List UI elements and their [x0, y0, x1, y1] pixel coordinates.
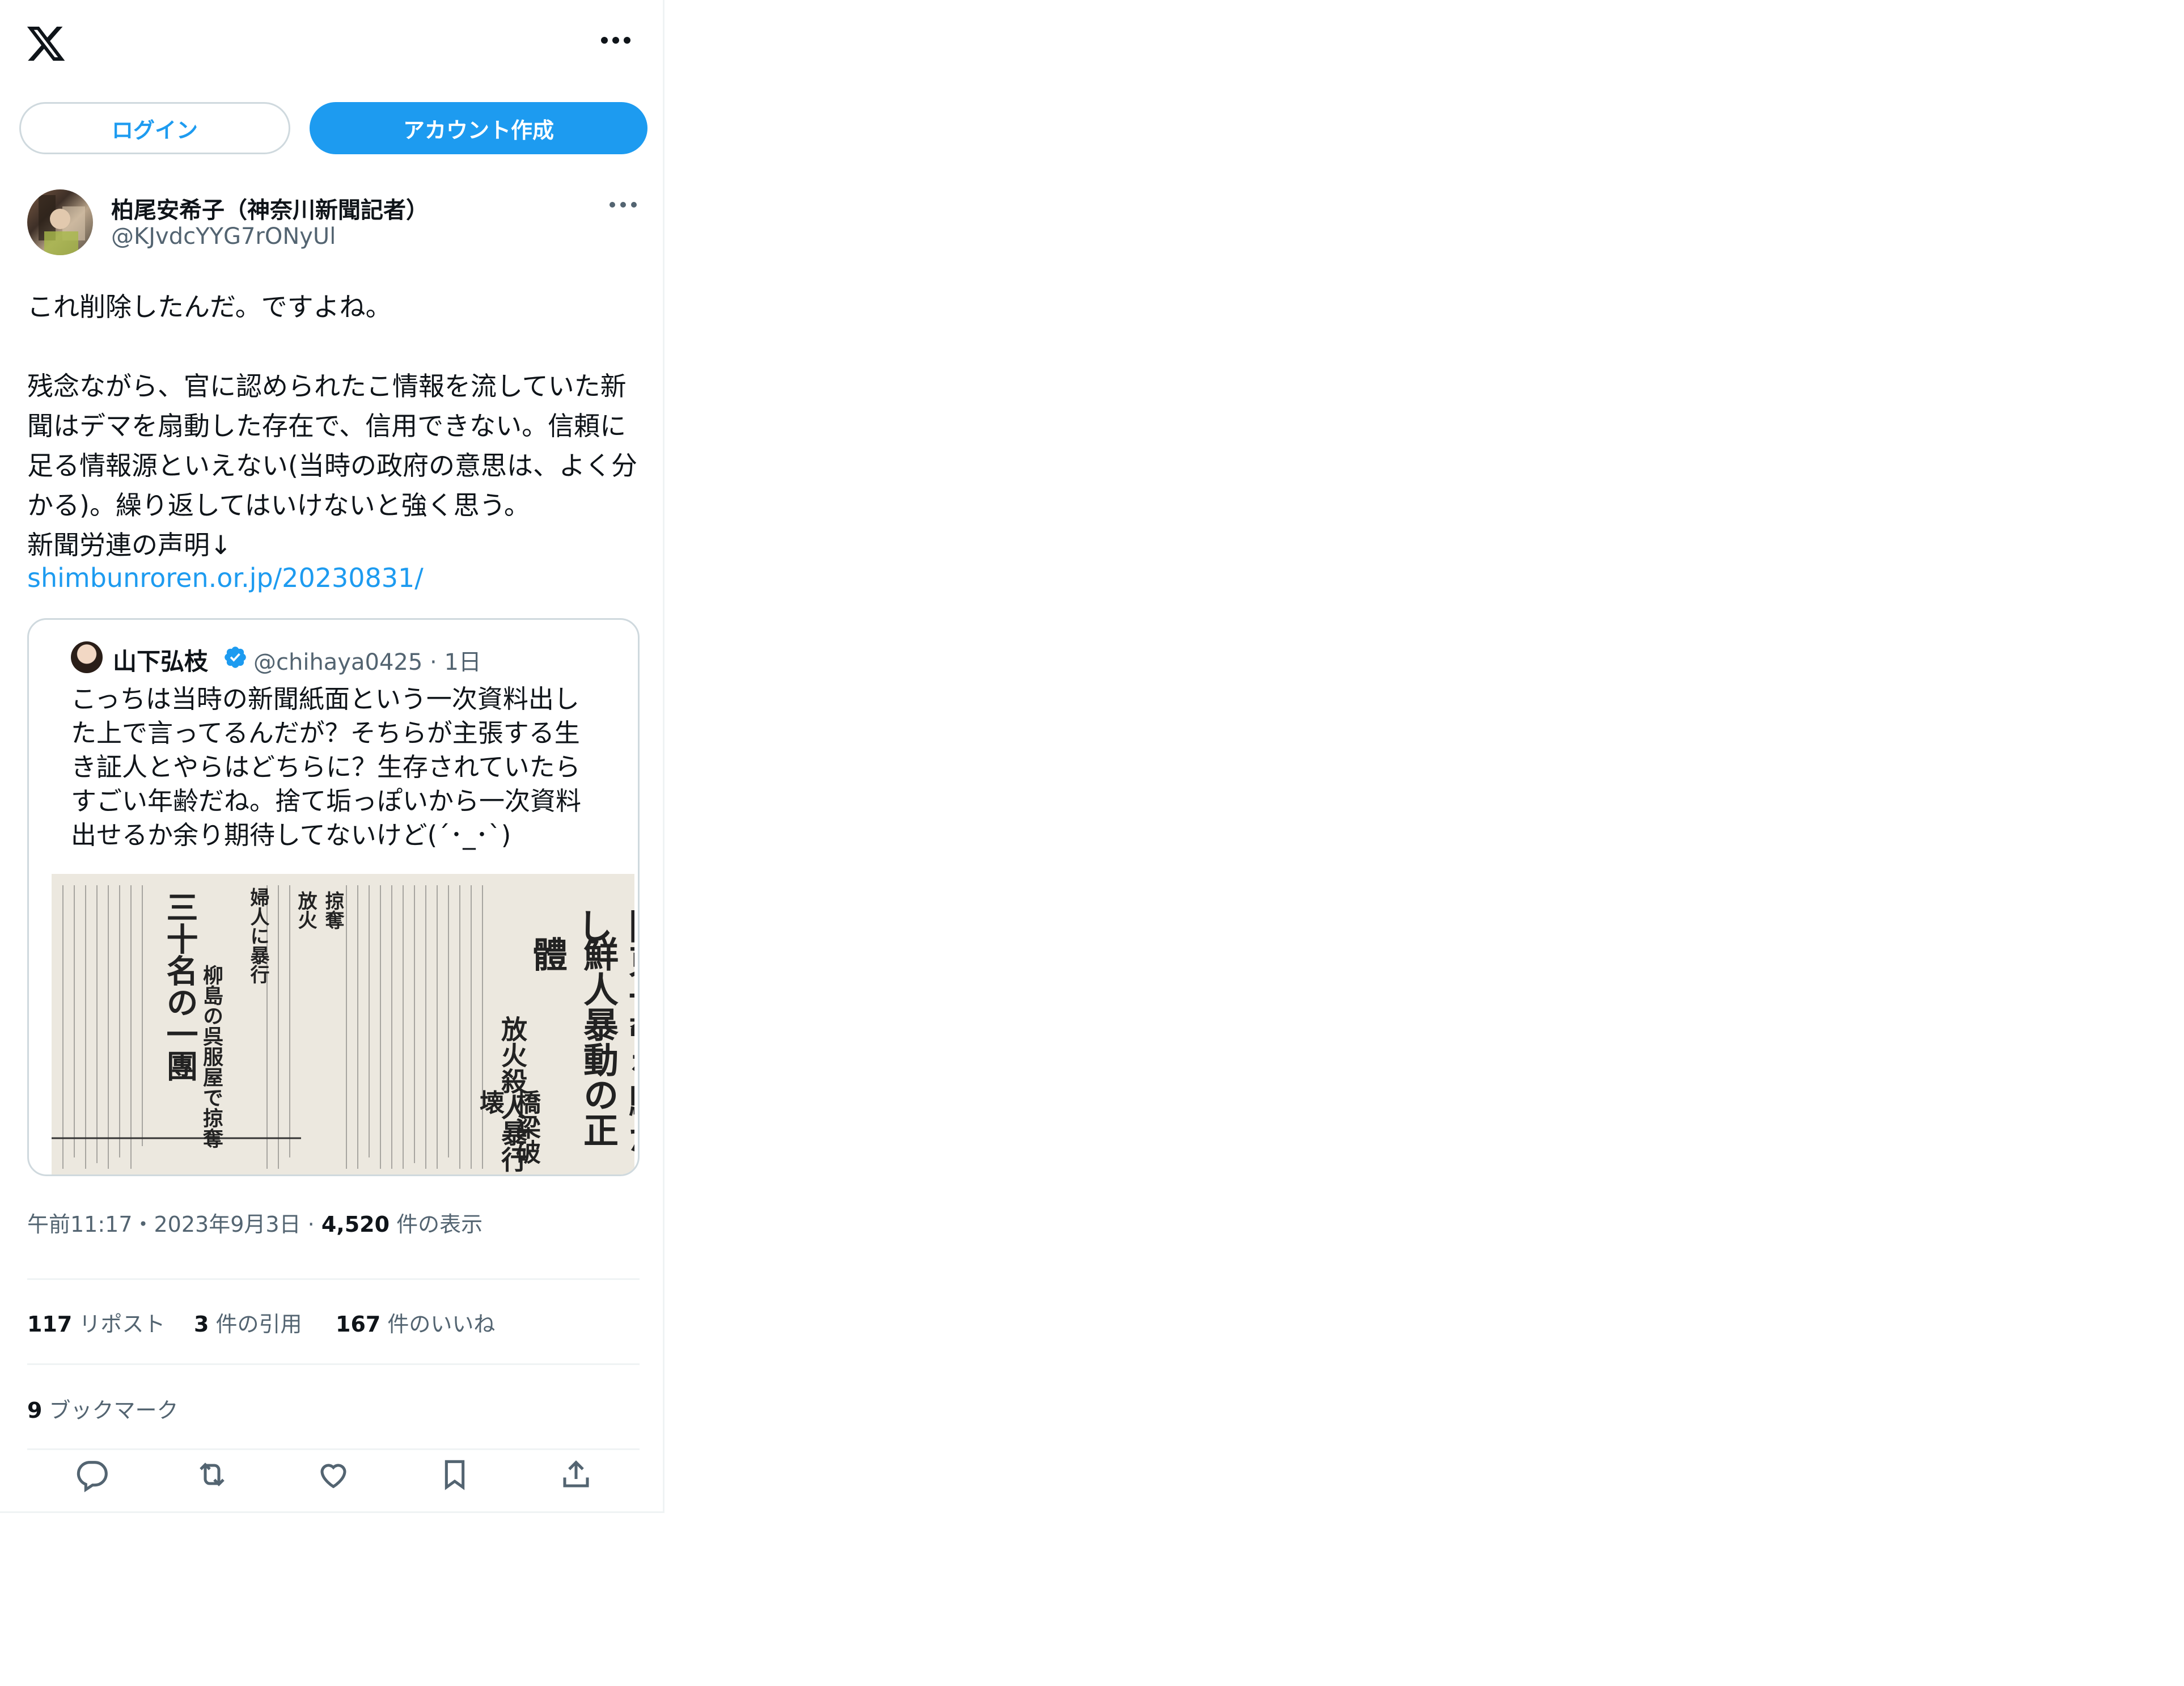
tweet-time[interactable]: 午前11:17・2023年9月3日 — [27, 1212, 301, 1237]
x-logo-icon[interactable] — [25, 23, 67, 65]
likes-stat[interactable]: 167 件のいいね — [336, 1307, 495, 1338]
bookmarks-stat: 9 ブックマーク — [27, 1393, 179, 1424]
quoted-text: こっちは当時の新聞紙面という一次資料出した上で言ってるんだが？そちらが主張する生… — [71, 684, 582, 850]
bookmarks-count: 9 — [27, 1398, 43, 1423]
newspaper-image[interactable]: 關東一帶を騷がし 鮮人暴動の正體 放火殺人暴行 橋梁破壊 掠奪 放火 婦人に暴行… — [52, 874, 634, 1174]
quoted-avatar[interactable] — [71, 641, 103, 673]
likes-label: 件のいいね — [387, 1312, 496, 1337]
tweet-more-icon[interactable] — [608, 196, 638, 213]
reposts-count: 117 — [27, 1312, 73, 1337]
tweet-link[interactable]: shimbunroren.or.jp/20230831/ — [27, 563, 424, 593]
reposts-stat[interactable]: 117 リポスト — [27, 1307, 165, 1338]
quotes-label: 件の引用 — [215, 1312, 302, 1337]
subhead-2: 放火 — [294, 891, 317, 929]
reposts-label: リポスト — [79, 1312, 166, 1337]
author-name[interactable]: 柏尾安希子（神奈川新聞記者） — [111, 192, 429, 225]
like-icon[interactable] — [315, 1456, 352, 1493]
bookmark-icon[interactable] — [437, 1456, 473, 1493]
meta-separator: · — [307, 1212, 321, 1237]
tweet-page: ログイン アカウント作成 柏尾安希子（神奈川新聞記者） @KJvdcYYG7rO… — [0, 0, 664, 1513]
more-horizontal-icon[interactable] — [599, 32, 633, 49]
subhead-3: 婦人に暴行 — [247, 888, 269, 984]
avatar[interactable] — [27, 189, 93, 255]
quotes-count: 3 — [194, 1312, 209, 1337]
divider — [27, 1448, 640, 1450]
tweet-meta: 午前11:17・2023年9月3日 · 4,520 件の表示 — [27, 1207, 482, 1238]
login-button[interactable]: ログイン — [19, 102, 290, 154]
views-label: 件の表示 — [396, 1212, 483, 1237]
signup-button[interactable]: アカウント作成 — [310, 102, 647, 154]
share-icon[interactable] — [558, 1456, 594, 1493]
quoted-tweet[interactable]: 山下弘枝 @chihaya0425 · 1日 こっちは当時の新聞紙面という一次資… — [27, 618, 640, 1176]
divider — [27, 1278, 640, 1280]
divider — [27, 1363, 640, 1365]
avatar-image — [39, 195, 85, 255]
quoted-author-name[interactable]: 山下弘枝 — [113, 643, 208, 677]
quotes-stat[interactable]: 3 件の引用 — [194, 1307, 302, 1338]
author-handle[interactable]: @KJvdcYYG7rONyUl — [111, 223, 336, 250]
repost-icon[interactable] — [194, 1456, 230, 1493]
subhead-5: 柳島の呉服屋で掠奪 — [200, 965, 223, 1148]
bookmarks-label: ブックマーク — [49, 1398, 179, 1423]
reply-icon[interactable] — [74, 1456, 110, 1493]
headline-4: 橋梁破壊 — [475, 1089, 540, 1164]
quoted-author-handle[interactable]: @chihaya0425 · 1日 — [253, 644, 481, 677]
views-count: 4,520 — [321, 1212, 390, 1237]
verified-badge-icon — [225, 646, 246, 668]
subhead-4: 三十名の一團 — [161, 891, 198, 1081]
tweet-text: これ削除したんだ。ですよね。 残念ながら、官に認められたこ情報を流していた新聞は… — [27, 291, 637, 560]
subhead-1: 掠奪 — [321, 891, 344, 929]
likes-count: 167 — [336, 1312, 381, 1337]
